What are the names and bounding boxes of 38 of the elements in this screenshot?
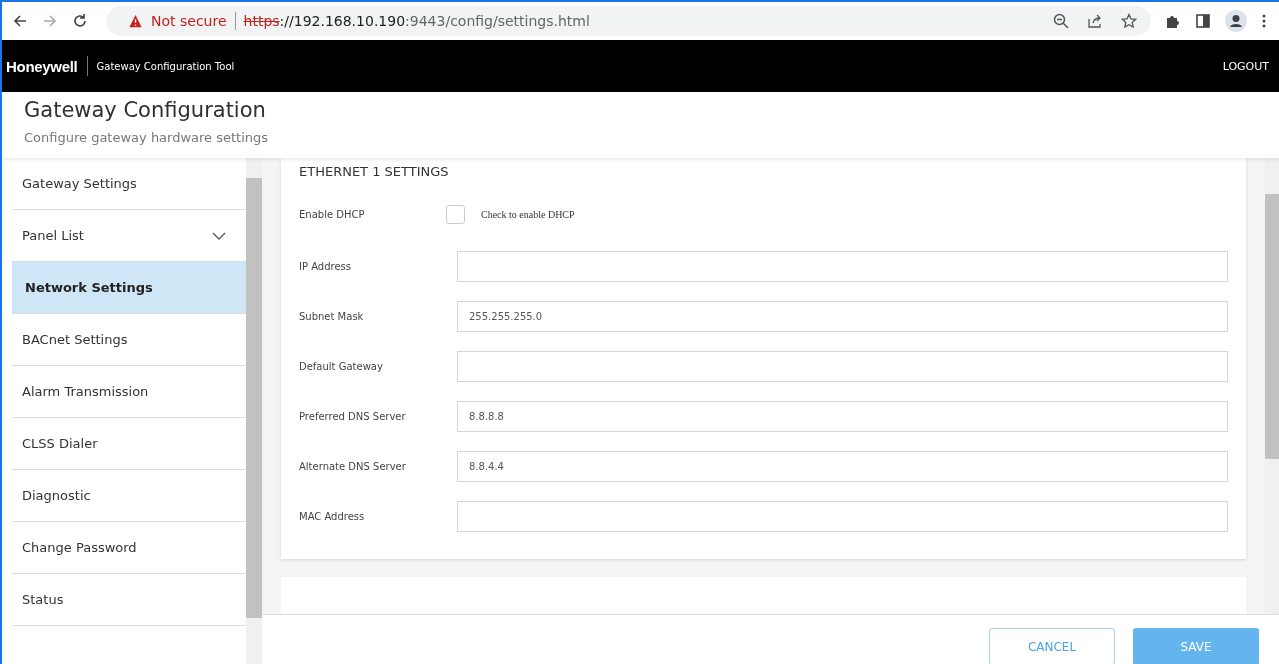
field-label: Alternate DNS Server <box>299 460 407 472</box>
field-label: Default Gateway <box>299 360 384 372</box>
field-label: Preferred DNS Server <box>299 410 407 422</box>
menu-icon[interactable] <box>1261 13 1267 29</box>
app-title: Gateway Configuration Tool <box>96 60 235 72</box>
logout-link[interactable]: LOGOUT <box>1222 59 1269 73</box>
input-field[interactable] <box>457 250 1228 282</box>
warning-icon <box>128 14 143 28</box>
checkbox-hint: Check to enable DHCP <box>481 208 575 220</box>
url-text: https://192.168.10.190:9443/config/settings.html <box>243 13 590 29</box>
side-panel-icon[interactable] <box>1195 13 1211 29</box>
chevron-icon[interactable] <box>212 231 226 240</box>
zoom-out-icon[interactable] <box>1053 13 1069 29</box>
page-title: Gateway Configuration <box>24 98 267 122</box>
puzzle-icon[interactable] <box>1165 13 1181 29</box>
page-subtitle: Configure gateway hardware settings <box>24 130 270 145</box>
brand-logo: Honeywell <box>6 57 78 75</box>
address-bar[interactable]: Not secure https://192.168.10.190:9443/config/settings.html <box>106 6 1151 36</box>
input-field[interactable] <box>457 500 1228 532</box>
field-label: MAC Address <box>299 510 366 522</box>
input-field[interactable]: 255.255.255.0 <box>457 300 1228 332</box>
dhcp-checkbox[interactable] <box>446 204 465 224</box>
field-label: Subnet Mask <box>299 310 365 322</box>
sidebar-scrollbar[interactable] <box>246 158 262 664</box>
section-title: ETHERNET 1 SETTINGS <box>299 164 450 179</box>
input-field[interactable] <box>457 350 1228 382</box>
input-field[interactable]: 8.8.4.4 <box>457 450 1228 482</box>
field-label: Enable DHCP <box>299 208 366 220</box>
field-label: IP Address <box>299 260 352 272</box>
input-field[interactable]: 8.8.8.8 <box>457 400 1228 432</box>
share-icon[interactable] <box>1087 13 1103 29</box>
reload-icon[interactable] <box>72 13 88 29</box>
sidebar-item[interactable]: Network Settings <box>12 262 246 314</box>
back-icon[interactable] <box>12 13 28 29</box>
security-label: Not secure <box>151 13 227 29</box>
content-scrollbar[interactable] <box>1265 158 1279 614</box>
profile-icon[interactable] <box>1225 10 1247 32</box>
star-icon[interactable] <box>1121 13 1137 29</box>
